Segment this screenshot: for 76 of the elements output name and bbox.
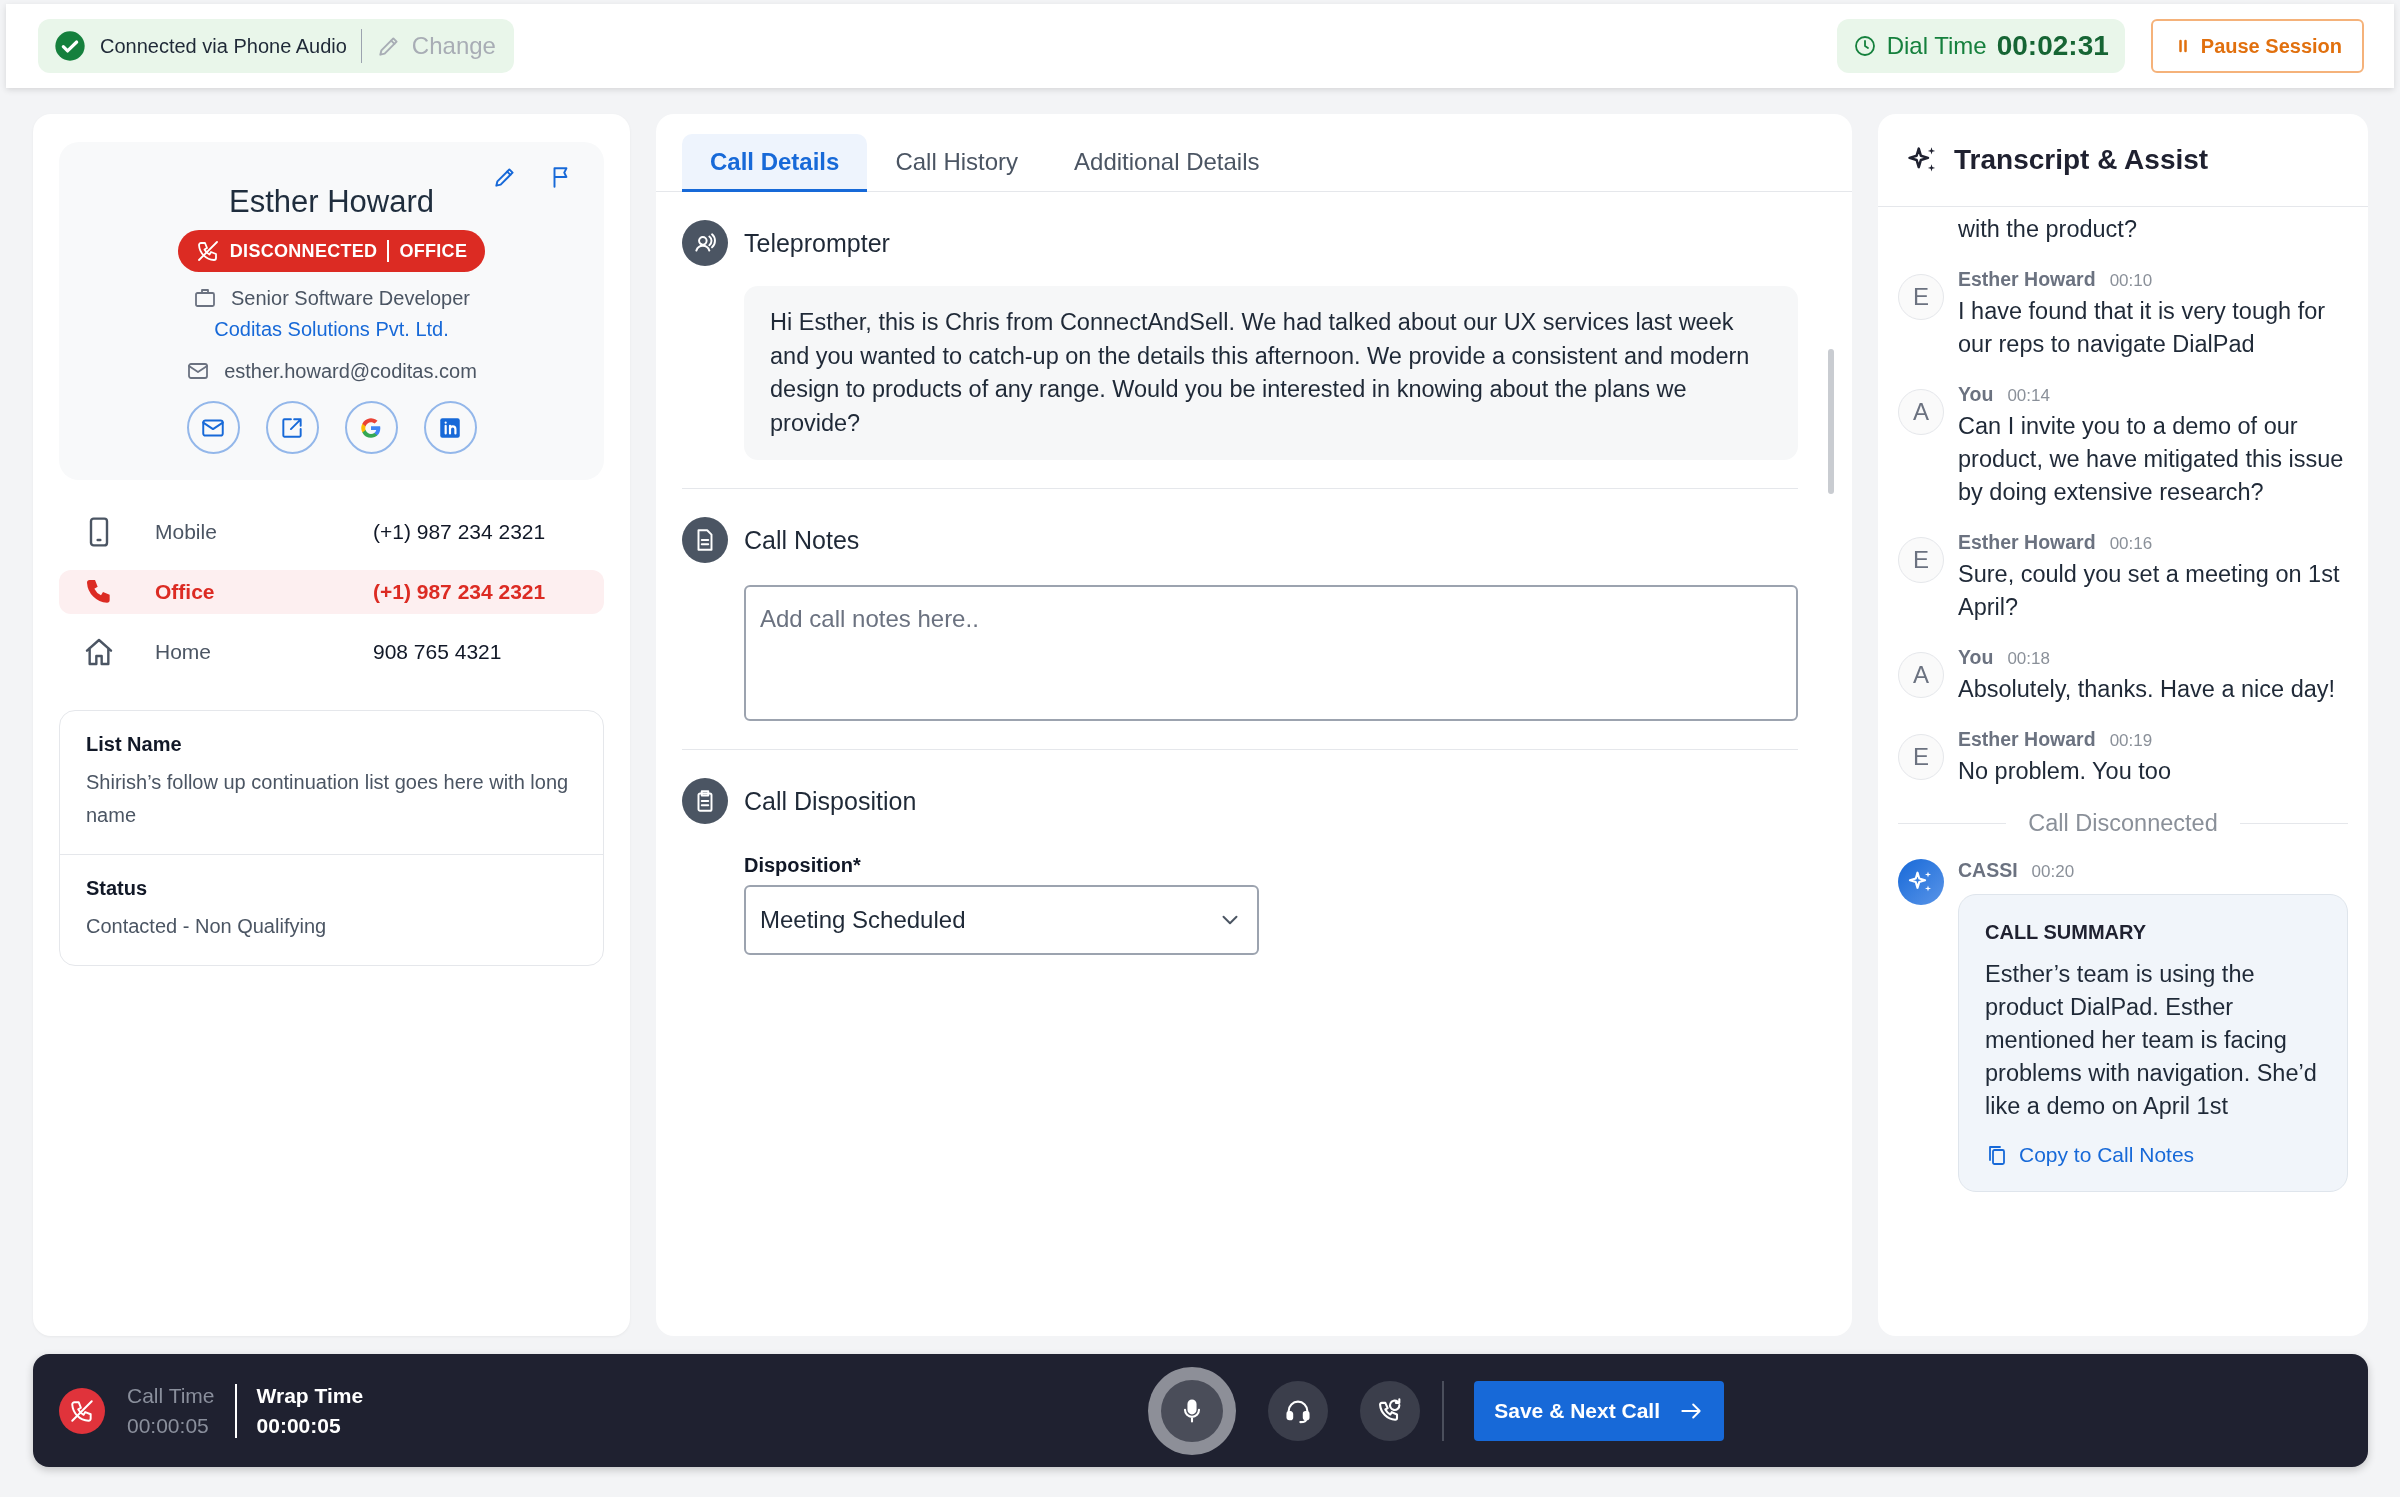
speaker-avatar: A <box>1898 389 1944 435</box>
contact-name: Esther Howard <box>229 184 434 220</box>
status-value: Contacted - Non Qualifying <box>86 914 328 939</box>
transcript-text: Sure, could you set a meeting on 1st April? <box>1958 560 2341 622</box>
field-label: Disposition* <box>744 854 862 877</box>
speaker-name: Esther Howard <box>1958 728 2096 751</box>
transcript-text: No problem. You too <box>1958 757 2172 786</box>
panel-title: Transcript & Assist <box>1954 144 2209 176</box>
mail-button[interactable] <box>186 401 240 454</box>
transcript-text: Can I invite you to a demo of our product, we have mitigated this issue by doing extensive research? <box>1958 412 2345 507</box>
timestamp: 00:10 <box>2109 271 2153 291</box>
call-notes-field[interactable]: Add call notes here.. <box>744 585 1798 721</box>
copy-to-notes-button[interactable]: Copy to Call Notes <box>1985 1143 2195 1167</box>
section-title: Call Notes <box>744 525 860 555</box>
external-link-button[interactable] <box>265 401 319 454</box>
timestamp: 00:19 <box>2109 731 2153 751</box>
briefcase-icon <box>193 286 217 310</box>
linkedin-button[interactable] <box>423 401 477 454</box>
speaker-name: You <box>1958 646 1994 669</box>
transcript-text: with the product? <box>1957 215 2138 244</box>
speaker-avatar: E <box>1898 537 1944 583</box>
call-time-value: 00:00:05 <box>127 1413 210 1438</box>
timestamp: 00:18 <box>2007 649 2050 669</box>
phone-off-icon <box>69 1397 95 1424</box>
home-icon <box>83 636 115 668</box>
tab[interactable]: Call History <box>867 134 1047 192</box>
speaker-name: Esther Howard <box>1958 531 2096 554</box>
tab[interactable]: Additional Details <box>1046 134 1288 192</box>
phone-label: Mobile <box>155 520 218 544</box>
phone-number: (+1) 987 234 2321 <box>373 520 547 544</box>
phone-number: (+1) 987 234 2321 <box>373 580 547 604</box>
list-name: Shirish’s follow up continuation list goes here with long name <box>86 770 570 828</box>
timestamp: 00:14 <box>2007 386 2050 406</box>
call-disconnected-label: Call Disconnected <box>2028 810 2218 837</box>
google-button[interactable] <box>344 401 398 454</box>
phone-row[interactable]: Office (+1) 987 234 2321 <box>59 570 604 614</box>
speaker-name: You <box>1958 383 1994 406</box>
section-title: Teleprompter <box>744 228 890 258</box>
summary-text: Esther’s team is using the product DialPad. Esther mentioned her team is facing problems with navigation. She’d like a demo on April 1st <box>1985 960 2318 1121</box>
phone-row[interactable]: Home 908 765 4321 <box>59 630 604 674</box>
badge-status: DISCONNECTED <box>229 240 378 262</box>
transcript-text: I have found that it is very tough for our reps to navigate DialPad <box>1958 297 2327 359</box>
speaker-avatar: A <box>1898 652 1944 698</box>
phone-row[interactable]: Mobile (+1) 987 234 2321 <box>59 510 604 554</box>
call-time-label: Call Time <box>127 1383 215 1408</box>
company-name: Coditas Solutions Pvt. Ltd. <box>214 318 449 341</box>
speaker-avatar: E <box>1898 734 1944 780</box>
dial-time-value: 00:02:31 <box>1996 30 2109 62</box>
timestamp: 00:16 <box>2109 534 2153 554</box>
phone-label: Home <box>155 640 213 664</box>
save-next-call-button[interactable]: Save & Next Call <box>1474 1380 1724 1441</box>
speaker-name: Esther Howard <box>1958 268 2096 291</box>
wrap-time-label: Wrap Time <box>256 1383 364 1408</box>
phone-label: Office <box>155 580 216 604</box>
list-name-label: List Name <box>86 733 183 756</box>
connection-label: Connected via Phone Audio <box>100 34 347 58</box>
email-address: esther.howard@coditas.com <box>224 359 477 383</box>
speaker-avatar: E <box>1898 274 1944 320</box>
summary-heading: CALL SUMMARY <box>1985 921 2148 944</box>
phone-off-icon <box>195 239 220 263</box>
disposition-dropdown[interactable]: Meeting Scheduled <box>744 885 1259 955</box>
clock-icon <box>1852 34 1877 58</box>
teleprompter-text: Hi Esther, this is Chris from ConnectAndSell. We had talked about our UX services last week and you wanted to catch-up on the details this afternoon. We provide a consistent and modern design to products of any range. Would you be interested in knowing about the plans we provide? <box>744 286 1798 460</box>
badge-line: OFFICE <box>399 240 468 262</box>
phone-number: 908 765 4321 <box>373 640 503 664</box>
tab[interactable]: Call Details <box>682 134 868 192</box>
check-circle-icon <box>54 30 86 62</box>
job-title: Senior Software Developer <box>231 286 470 310</box>
dial-time-label: Dial Time <box>1886 32 1987 60</box>
section-title: Call Disposition <box>744 786 917 816</box>
timestamp: 00:20 <box>2031 862 2075 882</box>
status-label: Status <box>86 877 149 900</box>
pause-session-button[interactable]: Pause Session <box>2150 19 2364 73</box>
transcript-text: Absolutely, thanks. Have a nice day! <box>1958 675 2337 704</box>
speaker-name: CASSI <box>1958 859 2018 882</box>
wrap-time-value: 00:00:05 <box>256 1413 342 1438</box>
